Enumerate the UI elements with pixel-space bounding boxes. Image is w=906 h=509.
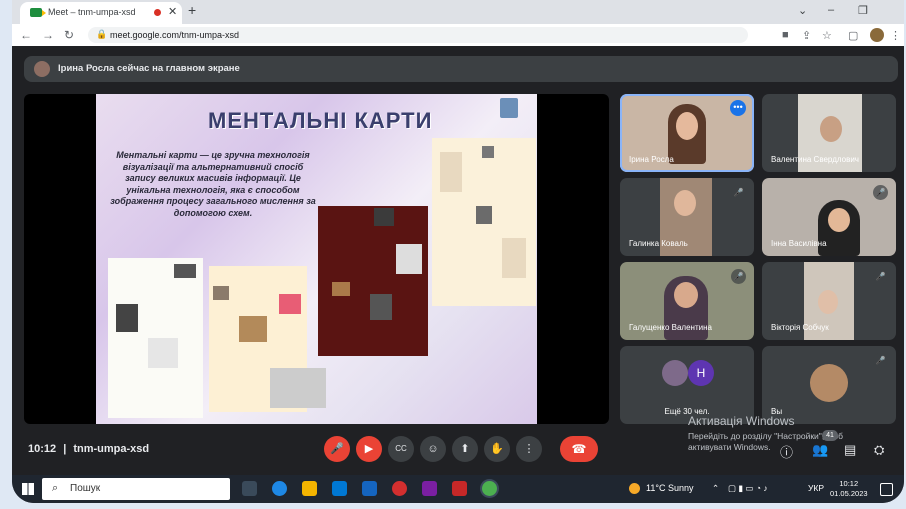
participant-tile[interactable]: 🎤 Інна Василівна <box>762 178 896 256</box>
participant-tile[interactable]: 🎤 Галущенко Валентина <box>620 262 754 340</box>
browser-tab[interactable]: Meet – tnm-umpa-xsd ✕ <box>20 2 182 24</box>
participant-tile[interactable]: ••• Ірина Росла <box>620 94 754 172</box>
avatar: H <box>688 360 714 386</box>
windows-start-icon[interactable] <box>22 483 34 495</box>
weather-icon <box>629 483 640 494</box>
address-toolbar: ← → ↻ 🔒 meet.google.com/tnm-umpa-xsd ■ ⇪… <box>12 24 904 46</box>
muted-mic-icon: 🎤 <box>731 185 746 200</box>
tray-icons[interactable]: ▢ ▮ ▭ ◔ ♪ <box>728 483 768 494</box>
windows-taskbar: ⌕ Пошук 11°C Sunny ⌃ ▢ ▮ ▭ ◔ ♪ УКР 10:12… <box>12 475 904 503</box>
leave-call-button[interactable]: ☎ <box>560 436 598 462</box>
participant-name: Вікторія Собчук <box>771 323 829 332</box>
participant-tile[interactable]: Валентина Свердлович <box>762 94 896 172</box>
muted-mic-icon: 🎤 <box>873 185 888 200</box>
mind-map-image <box>432 138 536 306</box>
separator: | <box>63 443 67 455</box>
activities-icon[interactable]: ⛭ <box>874 442 884 458</box>
file-explorer-icon[interactable] <box>302 481 317 496</box>
mail-icon[interactable] <box>362 481 377 496</box>
profile-avatar[interactable] <box>870 28 884 42</box>
search-icon: ⌕ <box>52 482 59 494</box>
participant-tile[interactable]: 🎤 Вікторія Собчук <box>762 262 896 340</box>
chat-icon[interactable]: ▤ <box>844 442 856 458</box>
muted-mic-icon: 🎤 <box>731 269 746 284</box>
edge-icon[interactable] <box>272 481 287 496</box>
mind-map-image <box>108 258 203 418</box>
mic-off-button[interactable]: 🎤 <box>324 436 350 462</box>
more-options-icon[interactable]: ••• <box>730 100 746 116</box>
muted-mic-icon: 🎤 <box>873 269 888 284</box>
participant-tile-self[interactable]: 🎤 Вы <box>762 346 896 424</box>
minimize-icon[interactable]: – <box>828 4 834 16</box>
people-count-badge: 41 <box>822 430 838 441</box>
photo-image <box>270 368 326 408</box>
meet-favicon-icon <box>30 8 46 17</box>
side-panel-icon[interactable]: ▢ <box>848 29 858 42</box>
back-icon[interactable]: ← <box>20 28 32 42</box>
bookmark-star-icon[interactable]: ☆ <box>822 29 832 42</box>
viber-icon[interactable] <box>422 481 437 496</box>
tab-search-chevron-icon[interactable]: ⌄ <box>798 4 807 17</box>
clock-date: 01.05.2023 <box>830 489 868 498</box>
present-button[interactable]: ⬆ <box>452 436 478 462</box>
more-options-button[interactable]: ⋮ <box>516 436 542 462</box>
muted-mic-icon: 🎤 <box>873 353 888 368</box>
camera-indicator-icon[interactable]: ■ <box>782 29 789 41</box>
forward-icon[interactable]: → <box>42 28 54 42</box>
people-icon[interactable]: 👥 <box>812 442 828 458</box>
meeting-info: 10:12 | tnm-umpa-xsd <box>28 443 149 455</box>
lock-icon: 🔒 <box>96 29 108 39</box>
presenter-avatar <box>34 61 50 77</box>
participant-tile-others[interactable]: H Ещё 30 чел. <box>620 346 754 424</box>
camera-off-button[interactable]: ▶ <box>356 436 382 462</box>
raise-hand-button[interactable]: ✋ <box>484 436 510 462</box>
omnibox[interactable]: 🔒 meet.google.com/tnm-umpa-xsd <box>88 27 748 43</box>
home-icon <box>500 98 518 118</box>
chrome-icon[interactable] <box>482 481 497 496</box>
browser-tab-strip: Meet – tnm-umpa-xsd ✕ + ⌄ – ❐ <box>12 0 904 24</box>
slide-body-text: Ментальні карти — це зручна технологія в… <box>110 150 316 218</box>
opera-icon[interactable] <box>392 481 407 496</box>
clock-time: 10:12 <box>839 479 859 488</box>
powerpoint-icon[interactable] <box>452 481 467 496</box>
participant-name: Інна Василівна <box>771 239 827 248</box>
participant-name: Ірина Росла <box>629 155 674 164</box>
emoji-button[interactable]: ☺ <box>420 436 446 462</box>
participant-tile[interactable]: 🎤 Галинка Коваль <box>620 178 754 256</box>
participant-name: Валентина Свердлович <box>771 155 859 164</box>
presenting-banner: Ірина Росла сейчас на главном экране <box>24 56 898 82</box>
notification-icon[interactable] <box>880 483 893 496</box>
new-tab-button[interactable]: + <box>188 2 196 18</box>
shared-slide: МЕНТАЛЬНІ КАРТИ Ментальні карти — це зру… <box>96 94 537 424</box>
avatar <box>810 364 848 402</box>
presenting-banner-text: Ірина Росла сейчас на главном экране <box>58 63 240 74</box>
avatar <box>662 360 688 386</box>
tab-close-icon[interactable]: ✕ <box>168 5 177 18</box>
captions-button[interactable]: CC <box>388 436 414 462</box>
slide-title: МЕНТАЛЬНІ КАРТИ <box>208 108 433 133</box>
tab-title: Meet – tnm-umpa-xsd <box>48 7 136 17</box>
taskbar-clock[interactable]: 10:12 01.05.2023 <box>830 479 868 499</box>
activation-title: Активація Windows <box>688 414 795 428</box>
meeting-time: 10:12 <box>28 443 57 455</box>
mind-map-image <box>318 206 428 356</box>
participant-name: Галущенко Валентина <box>629 323 712 332</box>
taskbar-search[interactable]: ⌕ Пошук <box>42 478 230 500</box>
search-placeholder: Пошук <box>70 483 101 494</box>
language-indicator[interactable]: УКР <box>808 483 824 493</box>
reload-icon[interactable]: ↻ <box>64 28 74 42</box>
browser-menu-icon[interactable]: ⋮ <box>890 29 901 42</box>
tray-chevron-icon[interactable]: ⌃ <box>712 483 719 494</box>
restore-icon[interactable]: ❐ <box>858 4 868 17</box>
screen-frame: Meet – tnm-umpa-xsd ✕ + ⌄ – ❐ ← → ↻ 🔒 me… <box>12 0 904 503</box>
participant-name: Галинка Коваль <box>629 239 688 248</box>
meeting-code: tnm-umpa-xsd <box>73 443 150 455</box>
store-icon[interactable] <box>332 481 347 496</box>
weather-text: 11°C Sunny <box>646 483 694 493</box>
task-view-icon[interactable] <box>242 481 257 496</box>
meeting-details-icon[interactable]: ⓘ <box>780 442 793 461</box>
share-icon[interactable]: ⇪ <box>802 29 811 42</box>
recording-dot-icon <box>154 9 161 16</box>
url-text: meet.google.com/tnm-umpa-xsd <box>110 30 240 40</box>
